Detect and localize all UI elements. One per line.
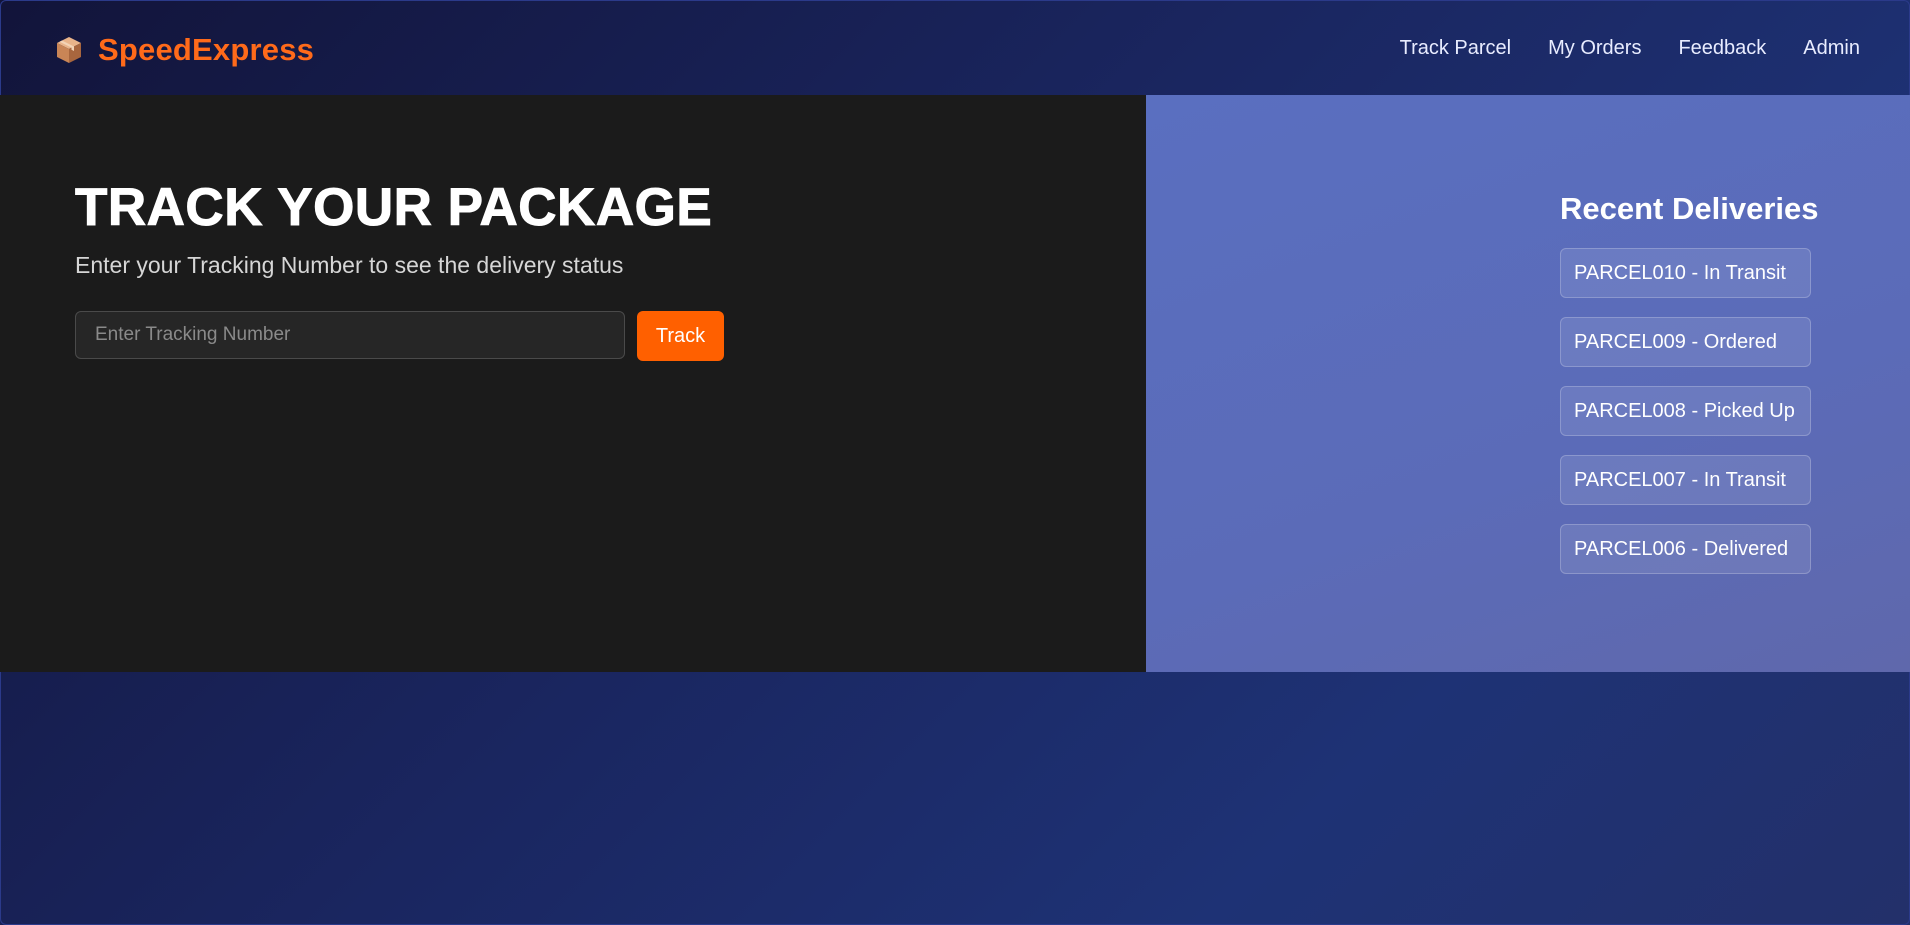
nav-link-admin[interactable]: Admin <box>1803 37 1860 60</box>
recent-delivery-item[interactable]: PARCEL009 - Ordered <box>1560 317 1811 367</box>
tracking-number-input[interactable] <box>75 311 625 359</box>
nav-link-feedback[interactable]: Feedback <box>1678 37 1766 60</box>
brand[interactable]: SpeedExpress <box>54 32 314 68</box>
recent-deliveries-title: Recent Deliveries <box>1560 191 1819 226</box>
nav-link-my-orders[interactable]: My Orders <box>1548 37 1641 60</box>
recent-delivery-item[interactable]: PARCEL007 - In Transit <box>1560 455 1811 505</box>
package-icon <box>57 37 81 63</box>
track-panel: TRACK YOUR PACKAGE Enter your Tracking N… <box>0 95 1146 672</box>
nav-link-track-parcel[interactable]: Track Parcel <box>1400 37 1512 60</box>
track-form: Track <box>75 311 724 361</box>
recent-delivery-item[interactable]: PARCEL010 - In Transit <box>1560 248 1811 298</box>
page-title: TRACK YOUR PACKAGE <box>74 178 713 238</box>
recent-delivery-item[interactable]: PARCEL008 - Picked Up <box>1560 386 1811 436</box>
hero-subtitle: Enter your Tracking Number to see the de… <box>75 252 624 278</box>
main-nav: Track Parcel My Orders Feedback Admin <box>1400 37 1860 60</box>
recent-delivery-item[interactable]: PARCEL006 - Delivered <box>1560 524 1811 574</box>
recent-deliveries-list: PARCEL010 - In Transit PARCEL009 - Order… <box>1560 248 1811 574</box>
recent-deliveries-panel: Recent Deliveries PARCEL010 - In Transit… <box>1146 95 1910 672</box>
navbar: SpeedExpress Track Parcel My Orders Feed… <box>0 0 1910 95</box>
brand-name: SpeedExpress <box>98 32 315 67</box>
track-button[interactable]: Track <box>637 311 724 361</box>
